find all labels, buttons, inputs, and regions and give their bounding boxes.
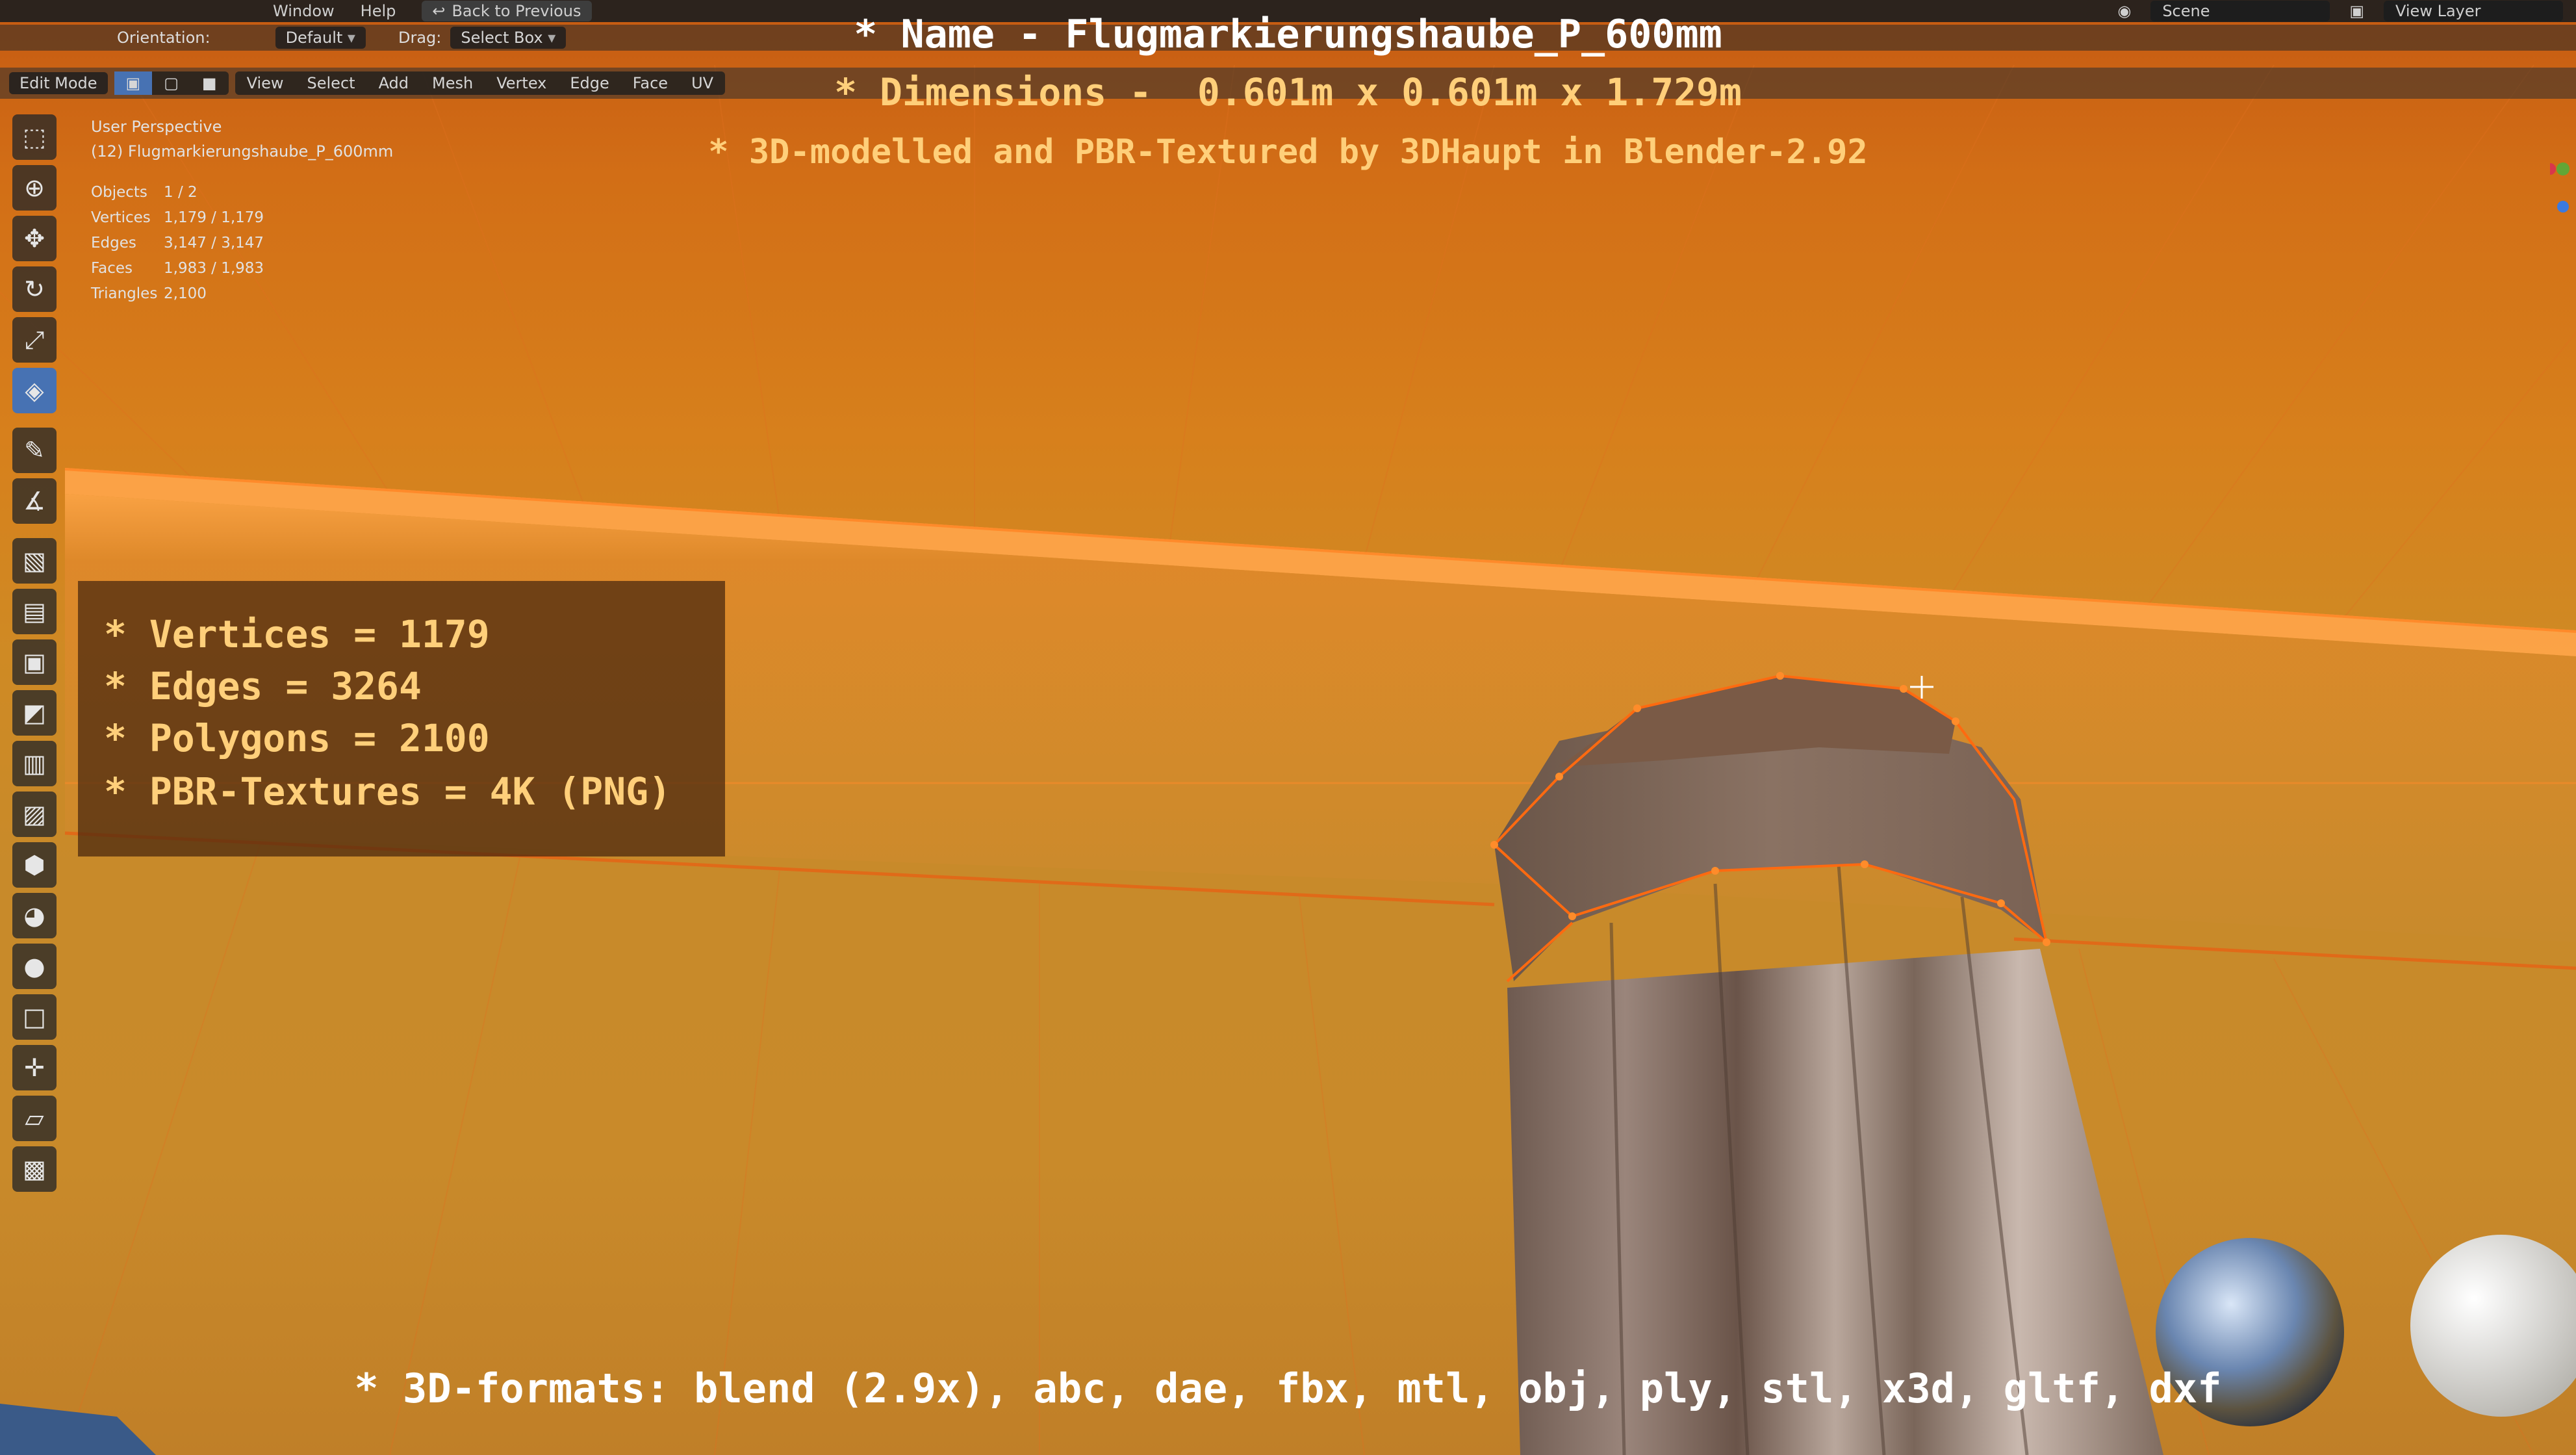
stat-row: Vertices 1,179 / 1,179 bbox=[91, 209, 264, 226]
spec-textures: * PBR-Textures = 4K (PNG) bbox=[104, 769, 671, 814]
edge-slide-icon[interactable]: □ bbox=[12, 994, 57, 1040]
measure-icon[interactable]: ∡ bbox=[12, 478, 57, 524]
stat-row: Edges 3,147 / 3,147 bbox=[91, 234, 264, 251]
extrude-region-icon[interactable]: ▤ bbox=[12, 589, 57, 634]
rip-region-icon[interactable]: ▩ bbox=[12, 1146, 57, 1192]
spec-vertices: * Vertices = 1179 bbox=[104, 612, 490, 656]
shrink-fatten-icon[interactable]: ✛ bbox=[12, 1045, 57, 1090]
specs-panel: * Vertices = 1179 * Edges = 3264 * Polyg… bbox=[78, 581, 725, 856]
caption-dimensions: * Dimensions - 0.601m x 0.601m x 1.729m bbox=[834, 70, 1742, 114]
transform-icon[interactable]: ◈ bbox=[12, 368, 57, 413]
stat-row: Faces 1,983 / 1,983 bbox=[91, 259, 264, 277]
caption-name: * Name - Flugmarkierungshaube_P_600mm bbox=[854, 12, 1722, 57]
caption-credit: * 3D-modelled and PBR-Textured by 3DHaup… bbox=[708, 133, 1868, 172]
spec-polygons: * Polygons = 2100 bbox=[104, 716, 490, 760]
smooth-icon[interactable]: ● bbox=[12, 944, 57, 989]
spin-icon[interactable]: ◕ bbox=[12, 893, 57, 938]
inset-faces-icon[interactable]: ▣ bbox=[12, 639, 57, 685]
loop-cut-icon[interactable]: ▥ bbox=[12, 741, 57, 786]
left-toolbar: ⬚ ⊕ ✥ ↻ ⤢ ◈ ✎ ∡ ▧ ▤ ▣ ◩ ▥ ▨ ⬢ ◕ ● □ ✛ ▱ … bbox=[9, 112, 60, 1194]
poly-build-icon[interactable]: ⬢ bbox=[12, 842, 57, 888]
mesh-statistics: Objects 1 / 2 Vertices 1,179 / 1,179 Edges… bbox=[91, 179, 264, 306]
spec-edges: * Edges = 3264 bbox=[104, 664, 422, 708]
stat-row: Triangles 2,100 bbox=[91, 285, 207, 302]
move-icon[interactable]: ✥ bbox=[12, 216, 57, 261]
rotate-icon[interactable]: ↻ bbox=[12, 266, 57, 312]
annotate-icon[interactable]: ✎ bbox=[12, 428, 57, 473]
shear-icon[interactable]: ▱ bbox=[12, 1096, 57, 1141]
caption-formats: * 3D-formats: blend (2.9x), abc, dae, fb… bbox=[354, 1365, 2222, 1412]
stat-row: Objects 1 / 2 bbox=[91, 183, 198, 201]
scale-icon[interactable]: ⤢ bbox=[12, 317, 57, 363]
knife-icon[interactable]: ▨ bbox=[12, 792, 57, 837]
cursor-icon[interactable]: ⊕ bbox=[12, 165, 57, 211]
bevel-icon[interactable]: ◩ bbox=[12, 690, 57, 736]
add-cube-icon[interactable]: ▧ bbox=[12, 538, 57, 584]
